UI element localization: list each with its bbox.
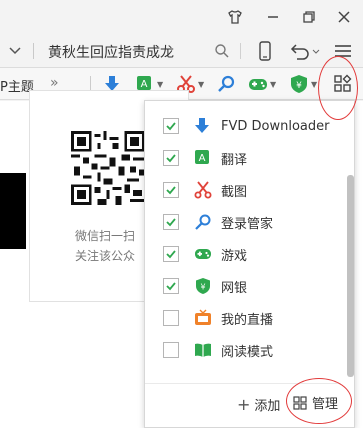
shirt-icon[interactable] (218, 4, 252, 30)
gamepad-icon[interactable]: ▼ (248, 73, 276, 95)
phone-icon[interactable] (255, 39, 275, 63)
title-bar (0, 0, 363, 34)
dropdown-item-label: 游戏 (221, 248, 248, 264)
checkbox[interactable] (163, 150, 179, 166)
add-label: 添加 (254, 399, 281, 414)
key-icon (193, 212, 213, 232)
translate-icon: A (193, 148, 213, 168)
svg-text:¥: ¥ (200, 283, 205, 292)
tv-icon (193, 308, 213, 328)
search-icon[interactable] (212, 39, 232, 63)
address-bar: 黄秋生回应指责成龙 (0, 34, 363, 68)
checkbox[interactable] (163, 214, 179, 230)
divider (33, 43, 34, 59)
dropdown-item-screenshot[interactable]: 截图 (145, 175, 341, 205)
dropdown-item-label: FVD Downloader (221, 118, 330, 134)
add-button[interactable]: + 添加 (237, 395, 280, 414)
highlight-circle (286, 378, 352, 424)
checkbox[interactable] (163, 310, 179, 326)
svg-text:A: A (199, 153, 206, 164)
checkbox[interactable] (163, 182, 179, 198)
search-input[interactable]: 黄秋生回应指责成龙 (48, 42, 174, 62)
black-banner (0, 173, 26, 249)
dropdown-item-label: 阅读模式 (221, 344, 274, 360)
dropdown-item-label: 我的直播 (221, 312, 274, 328)
divider (240, 43, 241, 59)
plus-icon: + (237, 395, 251, 414)
bank-shield-icon[interactable]: ¥ ▼ (289, 73, 317, 95)
dropdown-item-reading-mode[interactable]: 阅读模式 (145, 335, 341, 365)
dropdown-item-fvd-downloader[interactable]: FVD Downloader (145, 111, 341, 141)
bank-shield-icon: ¥ (193, 276, 213, 296)
svg-text:A: A (141, 79, 148, 90)
qr-code (71, 131, 145, 205)
dropdown-item-label: 截图 (221, 184, 248, 200)
svg-text:¥: ¥ (296, 81, 302, 91)
checkbox[interactable] (163, 342, 179, 358)
dropdown-item-games[interactable]: 游戏 (145, 239, 341, 269)
dropdown-scrollbar[interactable] (347, 175, 354, 377)
browser-window: 黄秋生回应指责成龙 P主题 » A ▼ ▼ ▼ ¥ ▼ 微信扫一扫 关注该公众 … (0, 0, 363, 428)
minimize-icon[interactable] (256, 4, 290, 30)
gamepad-icon (193, 244, 213, 264)
more-chevron-icon[interactable]: » (50, 75, 59, 91)
checkbox[interactable] (163, 118, 179, 134)
dropdown-item-translate[interactable]: A 翻译 (145, 143, 341, 173)
highlight-circle (318, 56, 358, 120)
scissors-icon (193, 180, 213, 200)
close-icon[interactable] (327, 4, 361, 30)
chevron-down-icon[interactable] (8, 42, 22, 58)
dropdown-item-label: 登录管家 (221, 216, 274, 232)
undo-icon[interactable] (288, 39, 322, 63)
dropdown-item-login-manager[interactable]: 登录管家 (145, 207, 341, 237)
dropdown-item-label: 网银 (221, 280, 248, 296)
dropdown-item-my-live[interactable]: 我的直播 (145, 303, 341, 333)
book-icon (193, 340, 213, 360)
download-icon (193, 116, 213, 136)
restore-icon[interactable] (292, 4, 326, 30)
dropdown-item-label: 翻译 (221, 152, 248, 168)
key-icon[interactable] (216, 73, 236, 95)
checkbox[interactable] (163, 246, 179, 262)
dropdown-item-online-banking[interactable]: ¥ 网银 (145, 271, 341, 301)
checkbox[interactable] (163, 278, 179, 294)
